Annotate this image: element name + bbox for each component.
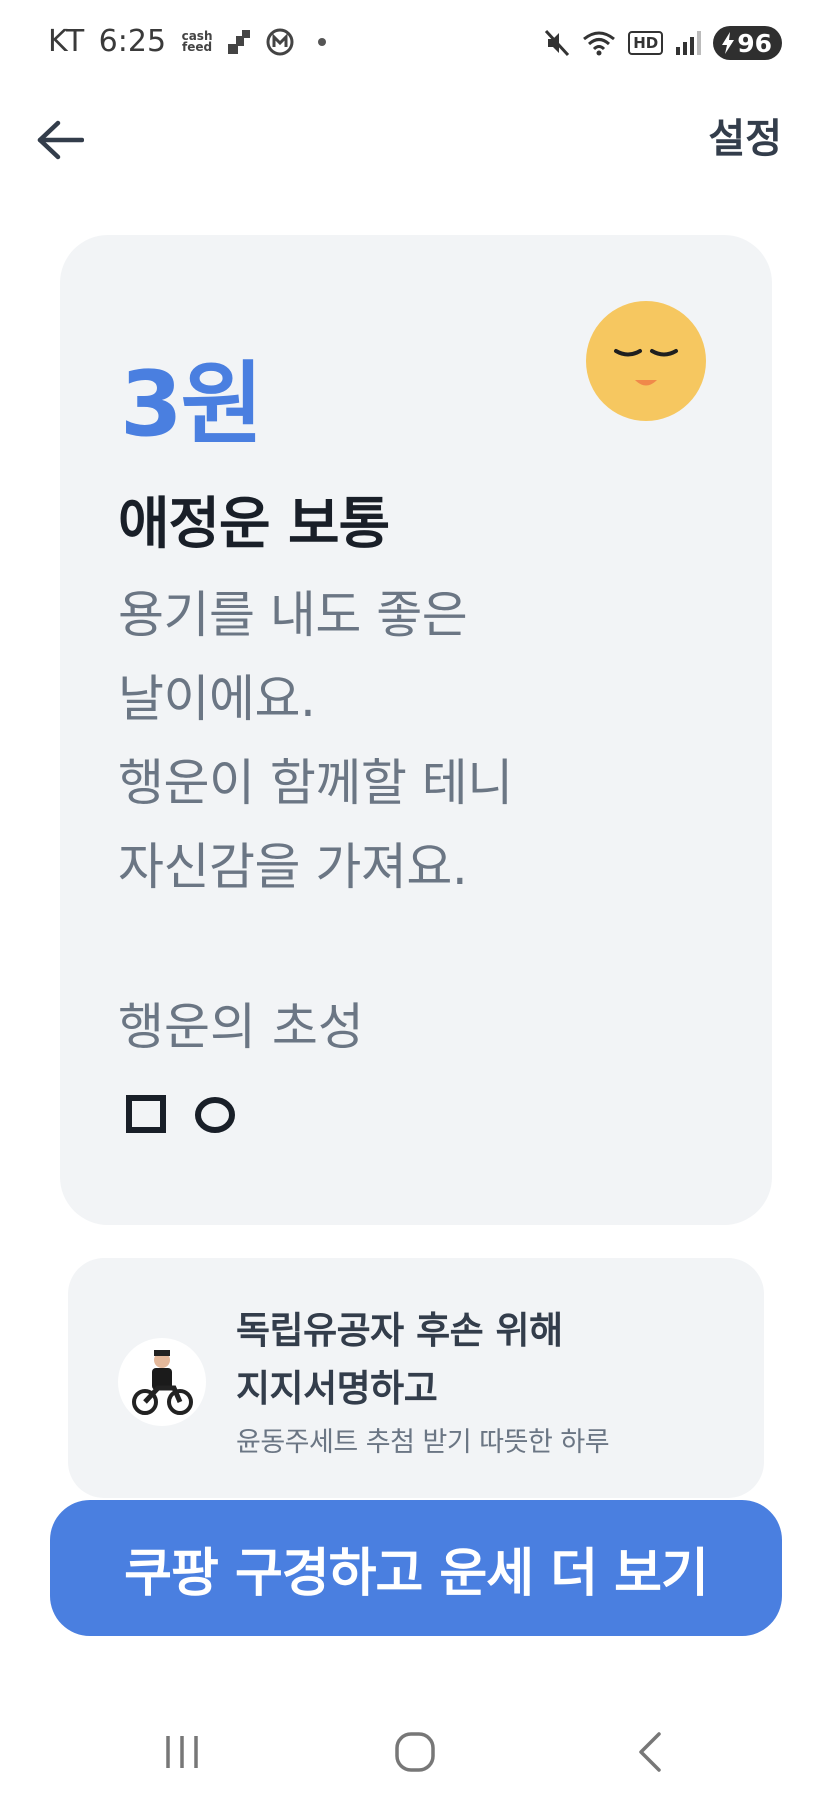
charging-bolt-icon — [722, 32, 735, 54]
ad-title-line: 지지서명하고 — [236, 1367, 438, 1410]
home-icon — [395, 1732, 435, 1772]
battery-indicator: 96 — [713, 26, 782, 60]
fortune-amount: 3원 — [120, 352, 263, 457]
carrier-label: KT — [48, 24, 85, 59]
header: 설정 — [0, 92, 830, 192]
fortune-card: 3원 애정운 보통 용기를 내도 좋은 날이에요. 행운이 함께할 테니 자신감… — [60, 235, 772, 1225]
sleepy-face-icon — [586, 301, 706, 421]
ad-title: 독립유공자 후손 위해 지지서명하고 — [236, 1302, 563, 1418]
cashfeed-icon: cash feed — [180, 30, 214, 54]
home-button[interactable] — [385, 1722, 445, 1782]
ad-title-line: 독립유공자 후손 위해 — [236, 1309, 563, 1352]
recent-apps-icon — [166, 1736, 198, 1768]
fortune-message-line: 날이에요. — [118, 670, 316, 728]
mute-icon — [545, 29, 570, 57]
lucky-initials: ㅁ ㅇ — [126, 1095, 236, 1135]
arrow-left-icon — [37, 120, 84, 160]
coupang-more-fortune-button[interactable]: 쿠팡 구경하고 운세 더 보기 — [50, 1500, 782, 1636]
ad-card[interactable]: 독립유공자 후손 위해 지지서명하고 윤동주세트 추첨 받기 따뜻한 하루 — [68, 1258, 764, 1498]
lucky-initials-label: 행운의 초성 — [118, 998, 364, 1056]
ad-avatar — [118, 1338, 206, 1426]
fortune-message-line: 자신감을 가져요. — [118, 838, 468, 896]
notification-dot — [318, 37, 327, 46]
signal-bars-icon — [228, 29, 251, 54]
initial-ieung: ㅇ — [194, 1095, 236, 1135]
system-nav-bar — [0, 1700, 830, 1798]
wifi-icon — [583, 31, 616, 56]
fortune-message-line: 행운이 함께할 테니 — [118, 754, 513, 812]
ad-subtitle: 윤동주세트 추첨 받기 따뜻한 하루 — [236, 1427, 610, 1458]
mieum-glyph — [126, 1095, 166, 1133]
status-bar: KT 6:25 cash feed HD 96 — [0, 0, 830, 92]
status-left: KT 6:25 cash feed — [48, 24, 327, 59]
fortune-message-line: 용기를 내도 좋은 — [118, 586, 468, 644]
fortune-title: 애정운 보통 — [118, 492, 390, 557]
hd-label: HD — [633, 34, 659, 52]
ieung-glyph — [195, 1097, 235, 1133]
fortune-message: 용기를 내도 좋은 날이에요. 행운이 함께할 테니 자신감을 가져요. — [118, 573, 718, 909]
status-right: HD 96 — [544, 26, 782, 60]
initial-mieum: ㅁ — [126, 1095, 166, 1135]
m-circle-icon — [266, 28, 294, 55]
cell-signal-icon — [676, 31, 702, 55]
hd-icon: HD — [628, 31, 664, 55]
motorcycle-rider-icon — [132, 1350, 193, 1415]
settings-button[interactable]: 설정 — [708, 106, 782, 164]
recent-apps-button[interactable] — [152, 1722, 212, 1782]
clock: 6:25 — [98, 24, 167, 59]
nav-back-button[interactable] — [620, 1722, 680, 1782]
back-button[interactable] — [30, 110, 90, 170]
battery-level: 96 — [737, 28, 772, 58]
cashfeed-label-line2: feed — [182, 39, 213, 54]
back-icon — [639, 1732, 661, 1772]
